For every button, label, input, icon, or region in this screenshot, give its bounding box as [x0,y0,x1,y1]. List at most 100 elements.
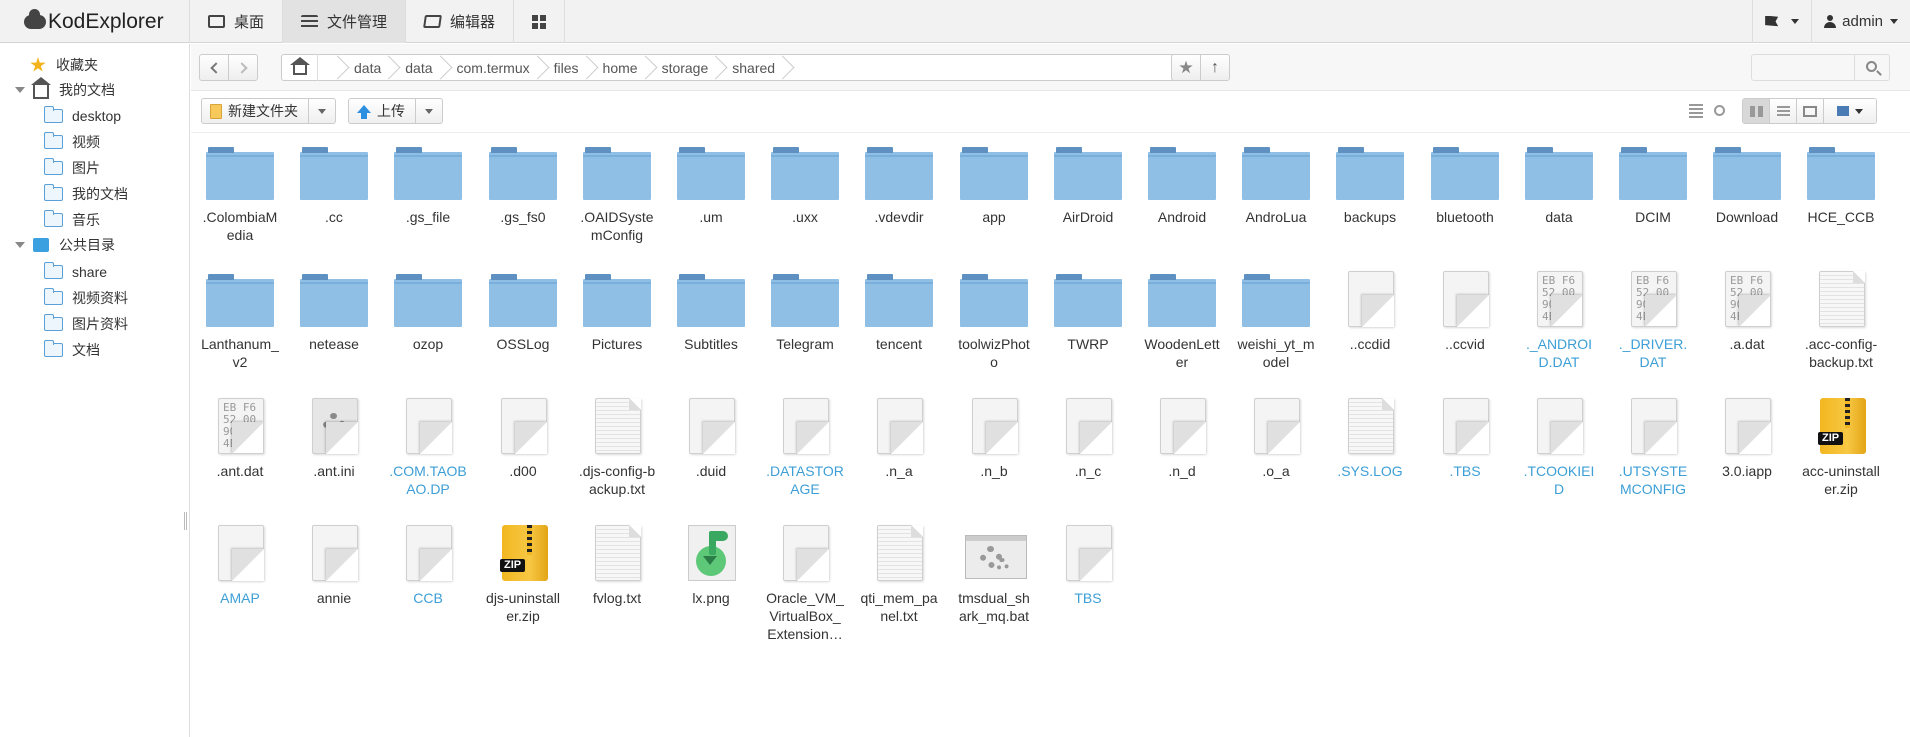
file-item[interactable]: .acc-config-backup.txt [1802,271,1880,371]
search-button[interactable] [1854,54,1890,81]
file-item[interactable]: fvlog.txt [578,525,656,607]
tree-item-docs[interactable]: 文档 [44,338,100,362]
folder-item[interactable]: .vdevdir [860,144,938,226]
file-item[interactable]: CCB [389,525,467,607]
file-item[interactable]: .SYS.LOG [1331,398,1409,480]
nav-file-manager[interactable]: 文件管理 [283,0,407,43]
file-item[interactable]: EB F6 52 00 90 80 4E FC ._ANDROID.DAT [1520,271,1598,371]
folder-item[interactable]: .gs_fs0 [484,144,562,226]
file-item[interactable]: .djs-config-backup.txt [578,398,656,498]
file-item[interactable]: TBS [1049,525,1127,607]
new-dropdown[interactable] [309,108,335,114]
file-item[interactable]: EB F6 52 00 90 80 4E FC ._DRIVER.DAT [1614,271,1692,371]
breadcrumb-home[interactable] [282,54,318,81]
forward-button[interactable] [228,54,258,81]
folder-item[interactable]: .gs_file [389,144,467,226]
zoom-icon[interactable] [1714,105,1725,116]
expand-arrow-icon[interactable] [15,87,25,93]
folder-item[interactable]: AndroLua [1237,144,1315,226]
file-item[interactable]: .n_c [1049,398,1127,480]
folder-item[interactable]: backups [1331,144,1409,226]
breadcrumb-item[interactable]: home [589,54,648,81]
tree-item-pictures[interactable]: 图片 [44,156,100,180]
sort-icon[interactable] [1689,104,1703,118]
nav-editor[interactable]: 编辑器 [406,0,515,43]
folder-item[interactable]: weishi_yt_model [1237,271,1315,371]
breadcrumb-item[interactable]: files [540,54,589,81]
list-view-button[interactable] [1770,99,1797,123]
file-item[interactable]: .UTSYSTEMCONFIG [1614,398,1692,498]
user-menu[interactable]: admin [1811,0,1910,43]
folder-item[interactable]: .ColombiaMedia [201,144,279,244]
folder-item[interactable]: WoodenLetter [1143,271,1221,371]
file-item[interactable]: .TCOOKIEID [1520,398,1598,498]
folder-item[interactable]: .OAIDSystemConfig [578,144,656,244]
file-item[interactable]: AMAP [201,525,279,607]
file-item[interactable]: .ant.ini [295,398,373,480]
breadcrumb-item[interactable]: data [391,54,442,81]
resize-handle[interactable] [184,512,187,530]
folder-item[interactable]: HCE_CCB [1802,144,1880,226]
file-item[interactable]: .o_a [1237,398,1315,480]
breadcrumb-item[interactable]: shared [718,54,785,81]
folder-item[interactable]: tencent [860,271,938,353]
tree-item-videos[interactable]: 视频 [44,130,100,154]
parent-folder-button[interactable]: ↑ [1200,54,1230,81]
folder-item[interactable]: AirDroid [1049,144,1127,226]
tree-item-picture-resources[interactable]: 图片资料 [44,312,128,336]
file-item[interactable]: EB F6 52 00 90 80 4E FC .ant.dat [201,398,279,480]
file-item[interactable]: annie [295,525,373,607]
file-item[interactable]: ..ccdid [1331,271,1409,353]
split-view-button[interactable] [1797,99,1824,123]
folder-item[interactable]: Lanthanum_v2 [201,271,279,371]
app-logo[interactable]: KodExplorer [0,0,190,43]
search-input[interactable] [1751,54,1854,81]
tree-favorites[interactable]: 收藏夹 [30,53,98,77]
file-item[interactable]: lx.png [672,525,750,607]
file-item[interactable]: .n_a [860,398,938,480]
theme-menu-button[interactable] [1824,99,1876,123]
file-item[interactable]: ZIP acc-uninstaller.zip [1802,398,1880,498]
breadcrumb-root[interactable] [318,54,340,81]
icon-view-button[interactable] [1743,99,1770,123]
file-item[interactable]: .DATASTORAGE [766,398,844,498]
file-item[interactable]: .TBS [1426,398,1504,480]
favorite-button[interactable] [1171,54,1201,81]
file-item[interactable]: ..ccvid [1426,271,1504,353]
folder-item[interactable]: .cc [295,144,373,226]
tree-my-docs[interactable]: 我的文档 [15,77,115,102]
tree-item-documents[interactable]: 我的文档 [44,182,128,206]
tree-item-share[interactable]: share [44,260,107,284]
file-item[interactable]: ZIP djs-uninstaller.zip [484,525,562,625]
folder-item[interactable]: DCIM [1614,144,1692,226]
file-item[interactable]: qti_mem_panel.txt [860,525,938,625]
file-item[interactable]: 3.0.iapp [1708,398,1786,480]
file-item[interactable]: .duid [672,398,750,480]
folder-item[interactable]: Subtitles [672,271,750,353]
file-item[interactable]: Oracle_VM_VirtualBox_Extension… [766,525,844,643]
back-button[interactable] [199,54,229,81]
folder-item[interactable]: OSSLog [484,271,562,353]
new-folder-button[interactable]: 新建文件夹 [201,98,336,124]
folder-item[interactable]: netease [295,271,373,353]
upload-button[interactable]: 上传 [348,98,443,124]
tree-item-desktop[interactable]: desktop [44,104,121,128]
upload-dropdown[interactable] [416,108,442,114]
folder-item[interactable]: data [1520,144,1598,226]
folder-item[interactable]: TWRP [1049,271,1127,353]
folder-item[interactable]: app [955,144,1033,226]
folder-item[interactable]: Telegram [766,271,844,353]
folder-item[interactable]: Pictures [578,271,656,353]
nav-desktop[interactable]: 桌面 [190,0,284,43]
folder-item[interactable]: toolwizPhoto [955,271,1033,371]
folder-item[interactable]: bluetooth [1426,144,1504,226]
nav-apps[interactable] [514,0,566,43]
tree-item-music[interactable]: 音乐 [44,208,100,232]
breadcrumb-item[interactable]: storage [648,54,719,81]
file-item[interactable]: .n_d [1143,398,1221,480]
folder-item[interactable]: .um [672,144,750,226]
folder-item[interactable]: .uxx [766,144,844,226]
file-item[interactable]: tmsdual_shark_mq.bat [955,525,1033,625]
language-menu[interactable] [1752,0,1811,43]
file-item[interactable]: .n_b [955,398,1033,480]
